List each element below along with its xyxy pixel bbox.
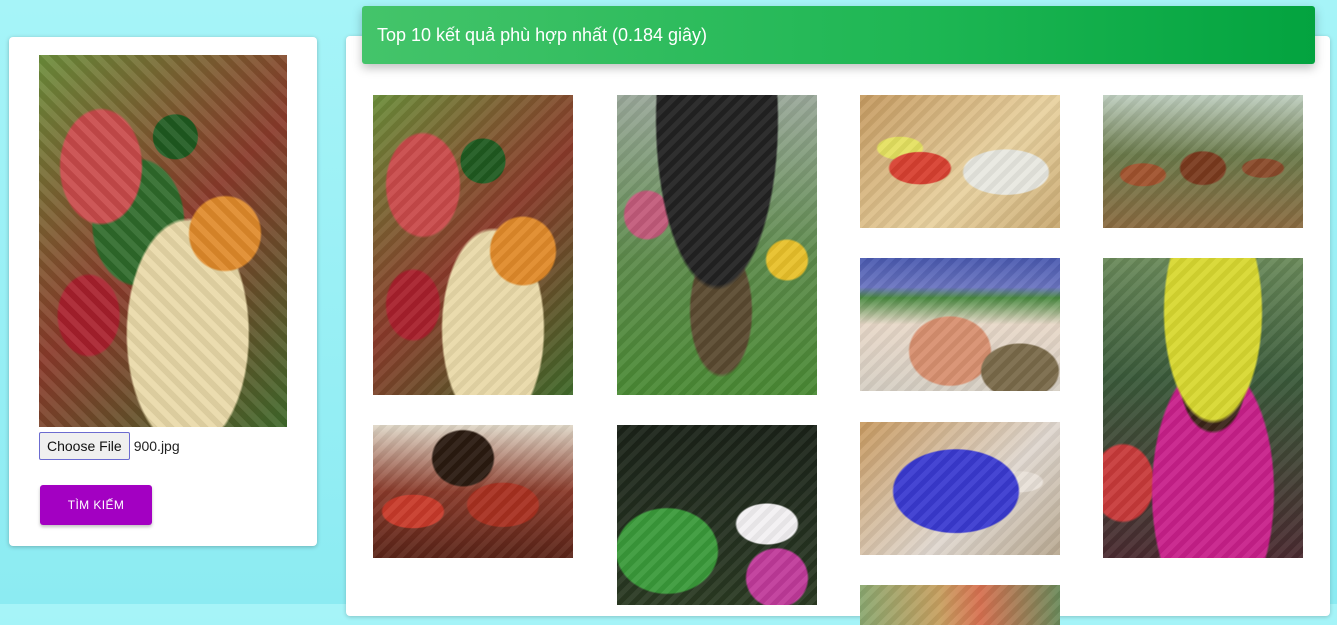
result-image-food-platter[interactable]: [373, 95, 573, 395]
choose-file-button[interactable]: Choose File: [39, 432, 130, 460]
result-image-tribal-dancers[interactable]: [1103, 95, 1303, 228]
result-image-watermelon-flowers[interactable]: [617, 425, 817, 605]
query-panel: Choose File 900.jpg TÌM KIẾM: [9, 37, 317, 546]
result-image-fish-dinner-plate[interactable]: [860, 422, 1060, 555]
query-image: [39, 55, 287, 427]
result-image-tribal-man-umbrella[interactable]: [617, 95, 817, 395]
search-button[interactable]: TÌM KIẾM: [40, 485, 152, 525]
result-image-woman-banana-headdress[interactable]: [1103, 258, 1303, 558]
result-image-painted-tribesmen[interactable]: [373, 425, 573, 558]
result-image-partial[interactable]: [860, 585, 1060, 625]
results-header: Top 10 kết quả phù hợp nhất (0.184 giây): [362, 6, 1315, 64]
result-image-salad-bowls[interactable]: [860, 95, 1060, 228]
file-input[interactable]: Choose File 900.jpg: [39, 431, 180, 461]
selected-file-name: 900.jpg: [133, 438, 180, 454]
result-image-beach-sunbathers[interactable]: [860, 258, 1060, 391]
